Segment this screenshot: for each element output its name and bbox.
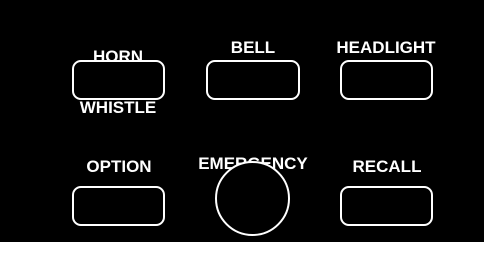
horn-label-line2: WHISTLE — [79, 98, 157, 117]
horn-whistle-button[interactable] — [72, 60, 165, 100]
option-button[interactable] — [72, 186, 165, 226]
bell-button[interactable] — [206, 60, 300, 100]
option-label: OPTION — [86, 157, 152, 176]
bell-label: BELL — [230, 38, 276, 57]
emergency-stop-button[interactable] — [215, 161, 290, 236]
headlight-label: HEADLIGHT — [336, 38, 436, 57]
recall-button[interactable] — [340, 186, 433, 226]
control-panel: HORN WHISTLE BELL HEADLIGHT EMERGENCY ST… — [0, 0, 484, 242]
headlight-button[interactable] — [340, 60, 433, 100]
recall-label: RECALL — [352, 157, 422, 176]
